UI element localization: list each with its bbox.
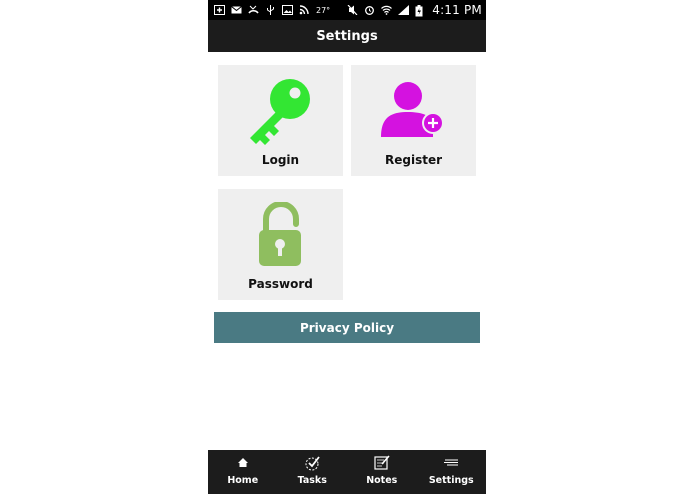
clock-text: 4:11 PM: [432, 3, 482, 17]
image-icon: [282, 5, 293, 15]
settings-icon: [442, 454, 460, 471]
phone-screen: 27° 4:11 PM Settings Login Register Pass…: [208, 0, 486, 494]
password-tile[interactable]: Password: [218, 189, 343, 300]
usb-icon: [265, 5, 276, 15]
register-tile[interactable]: Register: [351, 65, 476, 176]
key-icon: [218, 75, 343, 147]
nav-home[interactable]: Home: [208, 450, 278, 494]
mute-icon: [347, 5, 358, 15]
home-icon: [234, 454, 252, 471]
nav-tasks[interactable]: Tasks: [278, 450, 348, 494]
status-bar-left: 27°: [214, 5, 330, 15]
privacy-policy-button[interactable]: Privacy Policy: [214, 312, 480, 343]
battery-icon: [415, 5, 426, 17]
rss-icon: [299, 5, 310, 15]
mail-icon: [231, 5, 242, 15]
login-label: Login: [261, 153, 300, 167]
temperature-text: 27°: [316, 5, 331, 15]
password-label: Password: [248, 277, 313, 291]
page-title: Settings: [316, 28, 378, 44]
nav-settings-label: Settings: [428, 475, 474, 486]
notes-icon: [373, 454, 391, 471]
bottom-nav: Home Tasks Notes Settings: [208, 450, 486, 494]
app-bar: Settings: [208, 20, 486, 52]
status-bar: 27° 4:11 PM: [208, 0, 486, 20]
nav-home-label: Home: [227, 475, 259, 486]
add-box-icon: [214, 5, 225, 15]
add-user-icon: [351, 75, 476, 147]
unlock-icon: [218, 199, 343, 271]
nav-notes[interactable]: Notes: [347, 450, 417, 494]
wifi-icon: [381, 5, 393, 15]
nav-settings[interactable]: Settings: [417, 450, 487, 494]
alarm-icon: [364, 5, 375, 15]
nav-tasks-label: Tasks: [297, 475, 327, 486]
signal-icon: [398, 5, 410, 15]
tasks-icon: [303, 454, 321, 471]
status-bar-right: 4:11 PM: [347, 3, 482, 17]
register-label: Register: [384, 153, 443, 167]
nav-notes-label: Notes: [366, 475, 398, 486]
missed-call-icon: [248, 5, 259, 15]
login-tile[interactable]: Login: [218, 65, 343, 176]
